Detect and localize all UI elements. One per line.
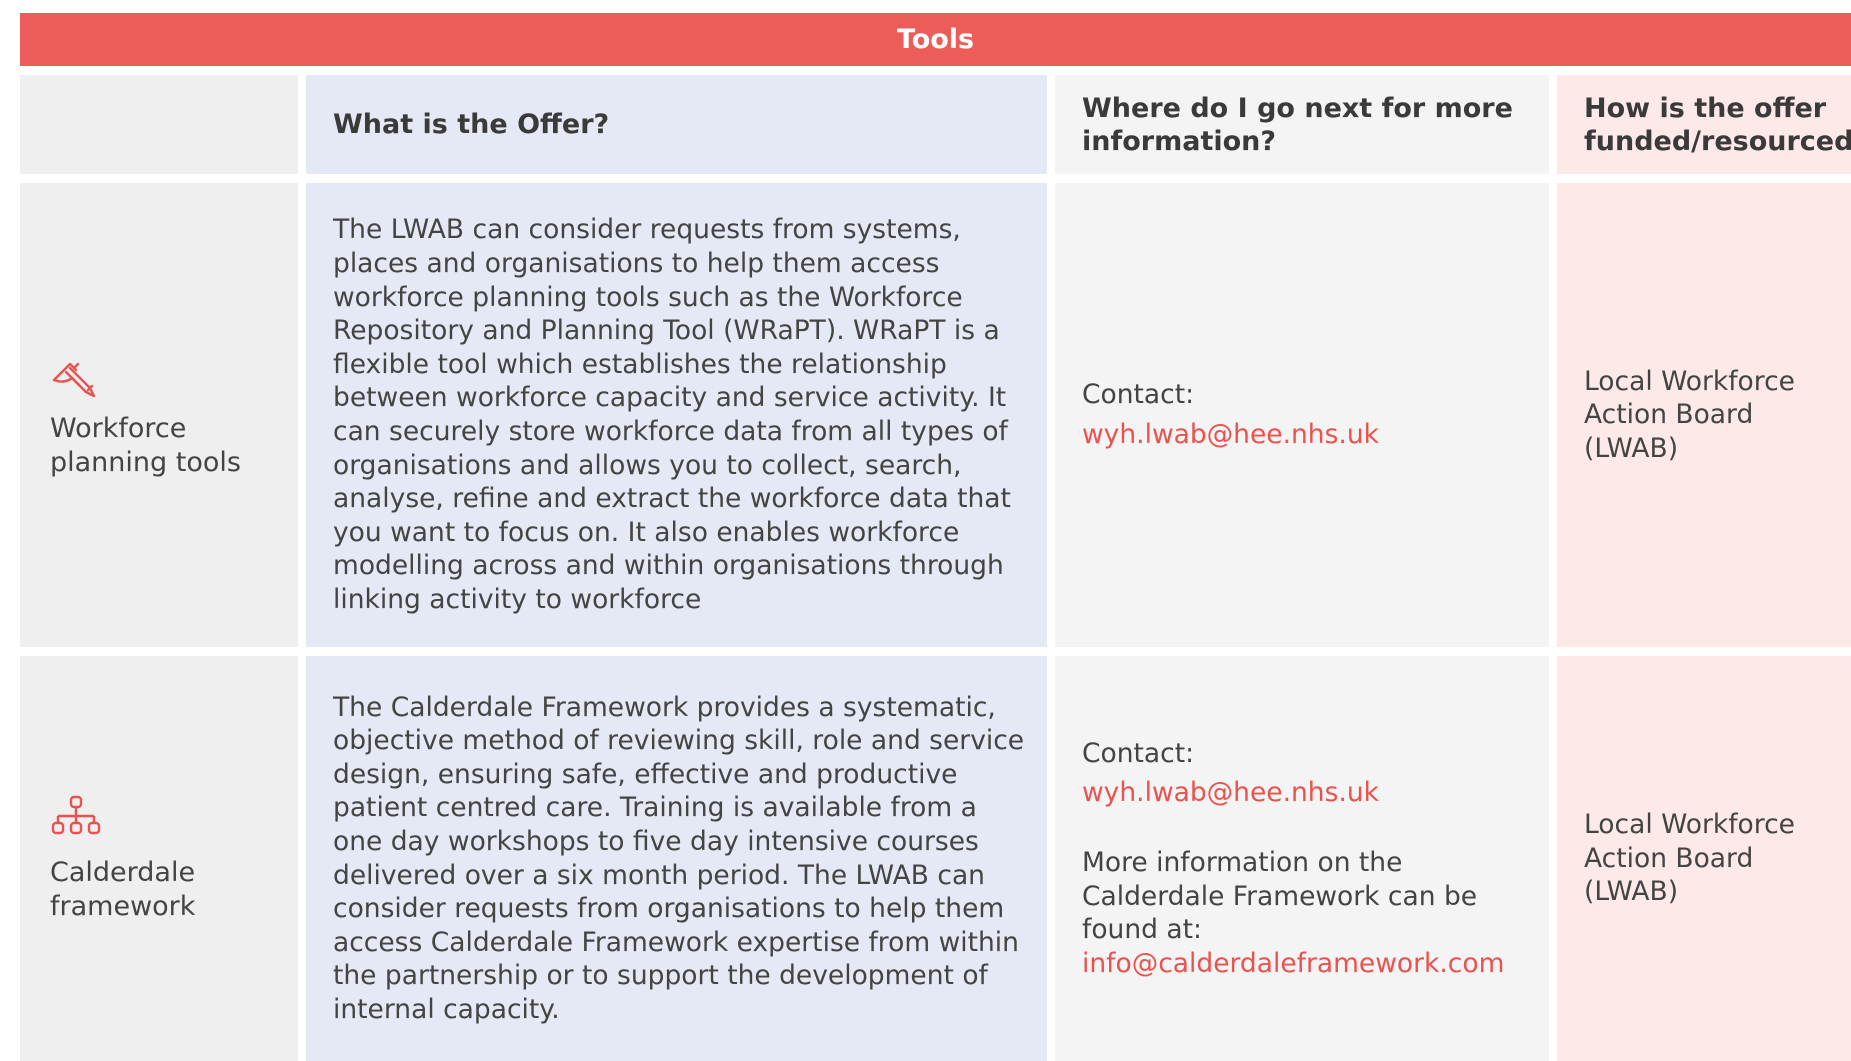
more-info-email-link[interactable]: info@calderdaleframework.com [1082,948,1504,979]
funding-text: Local Workforce Action Board (LWAB) [1584,365,1795,464]
header-offer-label: What is the Offer? [333,109,610,140]
contact-email-link[interactable]: wyh.lwab@hee.nhs.uk [1082,777,1379,808]
contact-label: Contact: [1082,737,1195,769]
header-funding-label: How is the offer funded/resourced? [1584,92,1851,157]
row-title: Calderdale framework [50,856,196,922]
row-calderdale-funding: Local Workforce Action Board (LWAB) [1557,656,1851,1061]
header-empty-cell [20,75,298,174]
funding-text: Local Workforce Action Board (LWAB) [1584,809,1795,908]
header-next-info: Where do I go next for more information? [1055,75,1549,174]
header-next-info-label: Where do I go next for more information? [1082,92,1513,157]
row-calderdale-info: Contact: wyh.lwab@hee.nhs.uk More inform… [1055,656,1549,1061]
pen-signing-icon [52,362,96,398]
row-workforce-planning-info: Contact: wyh.lwab@hee.nhs.uk [1055,183,1549,647]
row-workforce-planning-offer: The LWAB can consider requests from syst… [306,183,1047,647]
row-calderdale-title-cell: Calderdale framework [20,656,298,1061]
row-title: Workforce planning tools [50,413,241,478]
row-calderdale-offer: The Calderdale Framework provides a syst… [306,656,1047,1061]
row-workforce-planning-funding: Local Workforce Action Board (LWAB) [1557,183,1851,647]
contact-email-link[interactable]: wyh.lwab@hee.nhs.uk [1082,419,1379,450]
more-info-text: More information on the Calderdale Frame… [1082,846,1478,946]
banner-title: Tools [896,24,975,55]
contact-label: Contact: [1082,379,1195,411]
header-offer: What is the Offer? [306,75,1047,174]
offer-text: The LWAB can consider requests from syst… [333,214,1011,615]
offer-text: The Calderdale Framework provides a syst… [333,691,1025,1025]
org-chart-icon [51,795,101,834]
row-workforce-planning-title-cell: Workforce planning tools [20,183,298,647]
header-funding: How is the offer funded/resourced? [1557,75,1851,174]
tools-banner: Tools [20,13,1851,66]
